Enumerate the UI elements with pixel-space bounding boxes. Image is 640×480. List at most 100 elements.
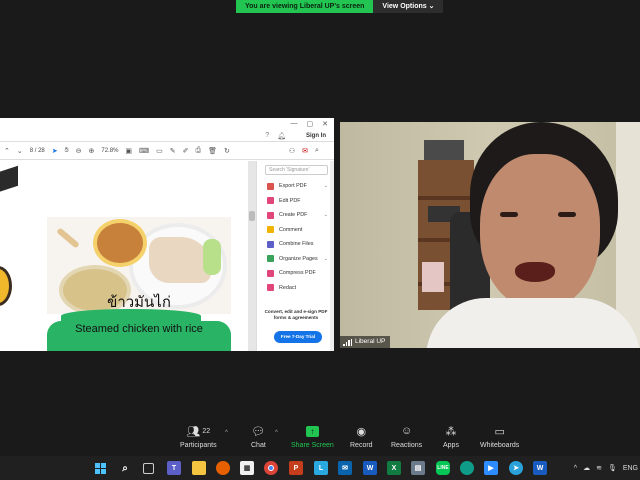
cursor-icon[interactable]: ➤ (52, 147, 58, 155)
maximize-icon[interactable]: ▢ (307, 120, 314, 128)
tools-search-input[interactable]: Search 'Signature' (265, 165, 328, 175)
tool-icon (267, 240, 274, 248)
bell-icon[interactable]: 🔔︎ (277, 132, 286, 140)
powerpoint-icon[interactable]: P (289, 461, 303, 475)
line-icon[interactable]: LINE (436, 461, 450, 475)
zoom-out-icon[interactable]: ⊖ (76, 147, 82, 155)
screen-share-banner: You are viewing Liberal UP's screen View… (236, 0, 444, 13)
tool-item[interactable]: Combine Files (257, 237, 334, 252)
app-l-icon[interactable]: L (314, 461, 328, 475)
firefox-icon[interactable] (216, 461, 230, 475)
wifi-icon[interactable]: ≋ (596, 464, 602, 472)
participants-label: Participants (180, 442, 217, 449)
tool-item[interactable]: Export PDF ⌄ (257, 179, 334, 194)
word-icon[interactable]: W (363, 461, 377, 475)
participant-name: Liberal UP (355, 338, 386, 345)
share-people-icon[interactable]: ⚇ (289, 147, 295, 155)
reactions-label: Reactions (391, 442, 423, 449)
reactions-button[interactable]: ☺ Reactions (391, 424, 422, 449)
trash-icon[interactable]: 🗑︎ (208, 147, 217, 155)
decor-circle (0, 266, 12, 306)
page-up-icon[interactable]: ⌃ (4, 147, 10, 155)
document-scrollbar[interactable] (248, 161, 256, 351)
task-view-icon[interactable] (143, 463, 154, 474)
zoom-level[interactable]: 72.8% (101, 148, 118, 154)
fit-page-icon[interactable]: ▣ (125, 147, 132, 155)
chevron-down-icon[interactable]: ⌄ (324, 256, 328, 262)
hand-icon[interactable]: ✋︎ (65, 147, 69, 155)
tool-label: Compress PDF (279, 270, 316, 277)
pen-icon[interactable]: ✎ (170, 147, 176, 155)
view-options-button[interactable]: View Options ⌄ (373, 0, 444, 13)
chat-button[interactable]: 💬︎ Chat (251, 424, 266, 450)
record-icon: ◉ (356, 425, 367, 438)
sign-in-button[interactable]: Sign In (306, 133, 326, 139)
tool-item[interactable]: Compress PDF (257, 266, 334, 281)
tool-icon (267, 197, 274, 205)
whiteboards-button[interactable]: ▭ Whiteboards (480, 424, 519, 450)
participants-caret-icon[interactable]: ^ (225, 430, 228, 436)
minimize-icon[interactable]: — (291, 120, 298, 128)
apps-label: Apps (443, 442, 459, 449)
teams-icon[interactable]: T (167, 461, 181, 475)
highlight-icon[interactable]: ✐ (183, 147, 189, 155)
tool-item[interactable]: Organize Pages ⌄ (257, 252, 334, 267)
chevron-down-icon[interactable]: ⌄ (324, 183, 328, 189)
record-label: Record (350, 442, 373, 449)
mail-icon[interactable]: ✉ (338, 461, 352, 475)
tool-icon (267, 226, 274, 234)
zoom-in-icon[interactable]: ⊕ (89, 147, 95, 155)
language-indicator[interactable]: ENG (623, 465, 638, 472)
tool-item[interactable]: Comment (257, 223, 334, 238)
cloud-icon[interactable]: ☁ (583, 464, 590, 472)
edge-icon[interactable] (460, 461, 474, 475)
reactions-icon: ☺ (400, 425, 413, 437)
tool-item[interactable]: Edit PDF (257, 194, 334, 209)
free-trial-button[interactable]: Free 7-Day Trial (274, 331, 322, 343)
rotate-icon[interactable]: ↻ (224, 147, 230, 155)
help-icon[interactable]: ? (265, 132, 269, 140)
tool-label: Edit PDF (279, 197, 301, 204)
participants-count: 22 (202, 427, 211, 435)
telegram-icon[interactable]: ➤ (509, 461, 523, 475)
thai-dish-title: ข้าวมันไก่ (107, 293, 171, 311)
record-button[interactable]: ◉ Record (350, 424, 373, 450)
chrome-icon[interactable] (264, 461, 278, 475)
chat-caret-icon[interactable]: ^ (275, 430, 278, 436)
tool-label: Create PDF (279, 212, 308, 219)
decor-shape (0, 165, 18, 197)
stamp-icon[interactable]: ⎙ (196, 147, 202, 155)
webcam-video[interactable]: Liberal UP (340, 122, 640, 348)
participants-button[interactable]: 👥︎ 22 Participants (180, 424, 217, 450)
tool-item[interactable]: Create PDF ⌄ (257, 208, 334, 223)
tool-label: Combine Files (279, 241, 314, 248)
mic-icon[interactable]: 🎙︎ (608, 464, 617, 472)
page-down-icon[interactable]: ⌄ (17, 147, 23, 155)
calculator-icon[interactable]: ▤ (411, 461, 425, 475)
apps-icon: ⁂ (445, 425, 457, 438)
chevron-down-icon[interactable]: ⌄ (324, 212, 328, 218)
tools-scrollbar[interactable] (330, 161, 334, 351)
email-icon[interactable]: ✉ (302, 147, 308, 155)
tool-icon (267, 255, 274, 263)
file-explorer-icon[interactable] (192, 461, 206, 475)
tray-chevron-icon[interactable]: ^ (574, 465, 577, 472)
comment-icon[interactable]: ▭ (156, 147, 163, 155)
word-doc-icon[interactable]: W (533, 461, 547, 475)
excel-icon[interactable]: X (387, 461, 401, 475)
search-icon[interactable]: ⌕ (315, 147, 319, 155)
tool-item[interactable]: Redact (257, 281, 334, 296)
acrobat-toolbar: ⌃ ⌄ 8 / 28 ➤ ✋︎ ⊖ ⊕ 72.8% ▣ ⌨ ▭ ✎ ✐ ⎙ 🗑︎… (0, 142, 334, 160)
search-taskbar-icon[interactable]: ⌕ (118, 461, 132, 475)
zoom-app-icon[interactable]: ▶ (484, 461, 498, 475)
store-icon[interactable]: ▦ (240, 461, 254, 475)
whiteboard-icon: ▭ (494, 425, 505, 438)
promo-text: Convert, edit and e-sign PDF forms & agr… (264, 309, 328, 320)
windows-start-icon[interactable] (93, 461, 107, 475)
apps-button[interactable]: ⁂ Apps (443, 424, 459, 450)
page-indicator[interactable]: 8 / 28 (30, 148, 45, 154)
share-screen-button[interactable]: ↑ Share Screen (291, 424, 334, 449)
keyboard-icon[interactable]: ⌨ (139, 147, 149, 155)
close-icon[interactable]: ✕ (322, 120, 328, 128)
acrobat-title-bar: — ▢ ✕ ? 🔔︎ Sign In (0, 118, 334, 142)
